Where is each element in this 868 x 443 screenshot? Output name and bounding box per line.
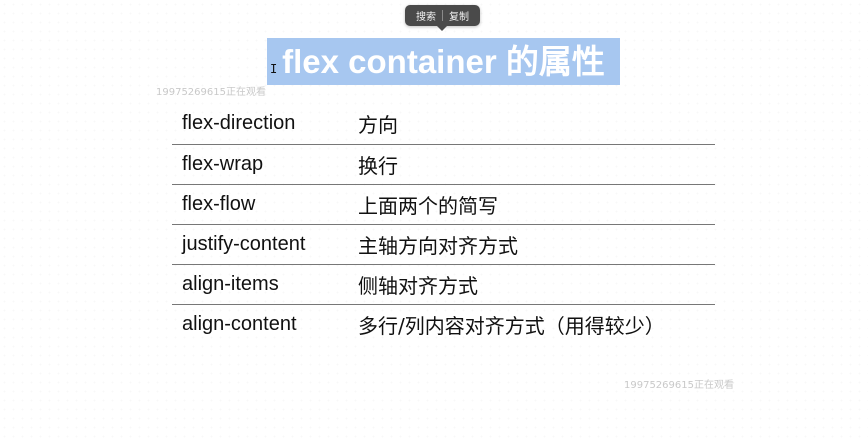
- table-row: flex-direction 方向: [172, 104, 715, 145]
- property-description: 上面两个的简写: [348, 184, 715, 225]
- property-description: 换行: [348, 144, 715, 185]
- property-name: flex-flow: [172, 184, 348, 225]
- table-row: align-items 侧轴对齐方式: [172, 264, 715, 305]
- viewer-watermark: 19975269615正在观看: [156, 87, 266, 98]
- table-row: align-content 多行/列内容对齐方式（用得较少）: [172, 304, 715, 344]
- property-description: 方向: [348, 104, 715, 145]
- slide-canvas: 搜索 复制 flex container 的属性 I 19975269615正在…: [0, 0, 868, 443]
- table-row: justify-content 主轴方向对齐方式: [172, 224, 715, 265]
- viewer-watermark: 19975269615正在观看: [624, 380, 734, 391]
- slide-title[interactable]: flex container 的属性: [267, 38, 620, 85]
- properties-table: flex-direction 方向 flex-wrap 换行 flex-flow…: [172, 104, 715, 344]
- property-name: flex-direction: [172, 104, 348, 145]
- text-cursor-icon: I: [270, 62, 278, 76]
- property-name: align-content: [182, 312, 297, 335]
- table-row: flex-flow 上面两个的简写: [172, 184, 715, 225]
- property-name: justify-content: [172, 224, 348, 265]
- search-action[interactable]: 搜索: [416, 8, 436, 23]
- copy-action[interactable]: 复制: [449, 8, 469, 23]
- property-name: align-items: [172, 264, 348, 305]
- property-description: 主轴方向对齐方式: [348, 224, 715, 265]
- property-name: flex-wrap: [172, 144, 348, 185]
- table-row: flex-wrap 换行: [172, 144, 715, 185]
- popup-divider: [442, 10, 443, 21]
- selection-context-popup: 搜索 复制: [405, 5, 480, 31]
- property-description: 侧轴对齐方式: [348, 264, 715, 305]
- property-description: 多行/列内容对齐方式（用得较少）: [358, 313, 665, 338]
